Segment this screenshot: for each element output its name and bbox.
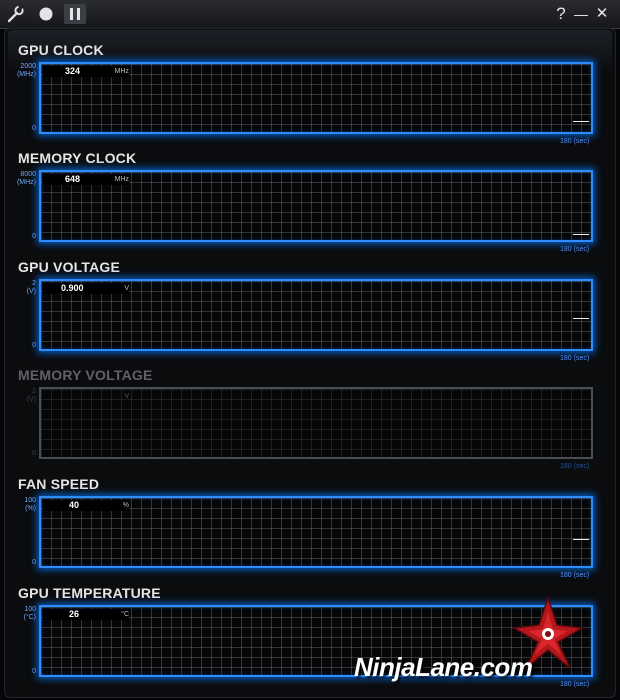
value-readout: 26 °C <box>43 609 129 620</box>
time-window-label: 180 (sec) <box>560 138 590 145</box>
current-value: 40 <box>69 500 80 510</box>
current-value: 0.900 <box>61 283 84 293</box>
monitor-graph: V <box>39 387 593 459</box>
value-readout: 0.900 V <box>43 283 129 294</box>
monitor-graph[interactable]: 0.900 V <box>39 279 593 351</box>
time-window-label: 180 (sec) <box>560 572 590 579</box>
current-level-line <box>573 539 589 540</box>
monitor-panel-gpu-clock: GPU CLOCK 2000 (MHz) 0 324 MHz 180 (sec) <box>0 42 620 150</box>
minimize-button[interactable]: — <box>570 4 592 24</box>
close-button[interactable]: ✕ <box>591 4 613 24</box>
value-unit: V <box>124 285 129 292</box>
scale-max-label: 100 (°C) <box>23 606 36 621</box>
panel-title: FAN SPEED <box>18 476 100 492</box>
value-readout: 324 MHz <box>43 66 129 77</box>
wrench-icon <box>7 5 24 23</box>
current-level-line <box>573 121 589 122</box>
title-bar: ? — ✕ <box>0 0 620 29</box>
scale-max-label: 8000 (MHz) <box>16 171 36 186</box>
ninjalane-watermark: NinjaLane.com <box>350 596 610 696</box>
scale-max-label: 2 (V) <box>26 280 36 295</box>
monitor-graph[interactable]: 324 MHz <box>39 62 593 134</box>
current-value: 26 <box>69 609 80 619</box>
current-level-line <box>573 234 589 235</box>
monitor-graph[interactable]: 648 MHz <box>39 170 593 242</box>
time-window-label: 180 (sec) <box>560 463 590 470</box>
monitor-panel-memory-voltage: MEMORY VOLTAGE 2 (V) 0 V 180 (sec) <box>0 367 620 475</box>
scale-min-label: 0 <box>32 450 36 457</box>
pause-button[interactable] <box>64 4 86 24</box>
panel-title: MEMORY CLOCK <box>18 150 137 166</box>
current-level-line <box>573 318 589 319</box>
scale-min-label: 0 <box>32 559 36 566</box>
monitor-panel-memory-clock: MEMORY CLOCK 8000 (MHz) 0 648 MHz 180 (se… <box>0 150 620 258</box>
panel-title: GPU VOLTAGE <box>18 259 121 275</box>
value-readout: 40 % <box>43 500 129 511</box>
monitor-graph[interactable]: 40 % <box>39 496 593 568</box>
panel-title: GPU CLOCK <box>18 42 104 58</box>
help-button[interactable]: ? <box>550 4 572 24</box>
scale-max-label: 2 (V) <box>26 388 36 403</box>
value-unit: °C <box>121 611 129 618</box>
time-window-label: 180 (sec) <box>560 355 590 362</box>
scale-min-label: 0 <box>32 342 36 349</box>
record-button[interactable] <box>35 4 57 24</box>
panel-title: MEMORY VOLTAGE <box>18 367 153 383</box>
value-unit: % <box>122 502 129 509</box>
value-readout: V <box>43 391 129 402</box>
scale-max-label: 2000 (MHz) <box>16 63 36 78</box>
monitor-panel-fan-speed: FAN SPEED 100 (%) 0 40 % 180 (sec) <box>0 476 620 584</box>
panel-title: GPU TEMPERATURE <box>18 585 161 601</box>
record-icon <box>39 7 53 21</box>
time-window-label: 180 (sec) <box>560 246 590 253</box>
settings-wrench-button[interactable] <box>5 4 27 24</box>
monitor-panel-gpu-voltage: GPU VOLTAGE 2 (V) 0 0.900 V 180 (sec) <box>0 259 620 367</box>
value-unit: V <box>124 393 129 400</box>
scale-min-label: 0 <box>32 125 36 132</box>
value-unit: MHz <box>114 68 129 75</box>
value-readout: 648 MHz <box>43 174 129 185</box>
scale-min-label: 0 <box>32 668 36 675</box>
pause-icon <box>70 8 80 20</box>
current-value: 648 <box>65 174 81 184</box>
value-unit: MHz <box>114 176 129 183</box>
scale-max-label: 100 (%) <box>24 497 36 512</box>
watermark-text: NinjaLane.com <box>354 652 533 682</box>
scale-min-label: 0 <box>32 233 36 240</box>
current-value: 324 <box>65 66 81 76</box>
